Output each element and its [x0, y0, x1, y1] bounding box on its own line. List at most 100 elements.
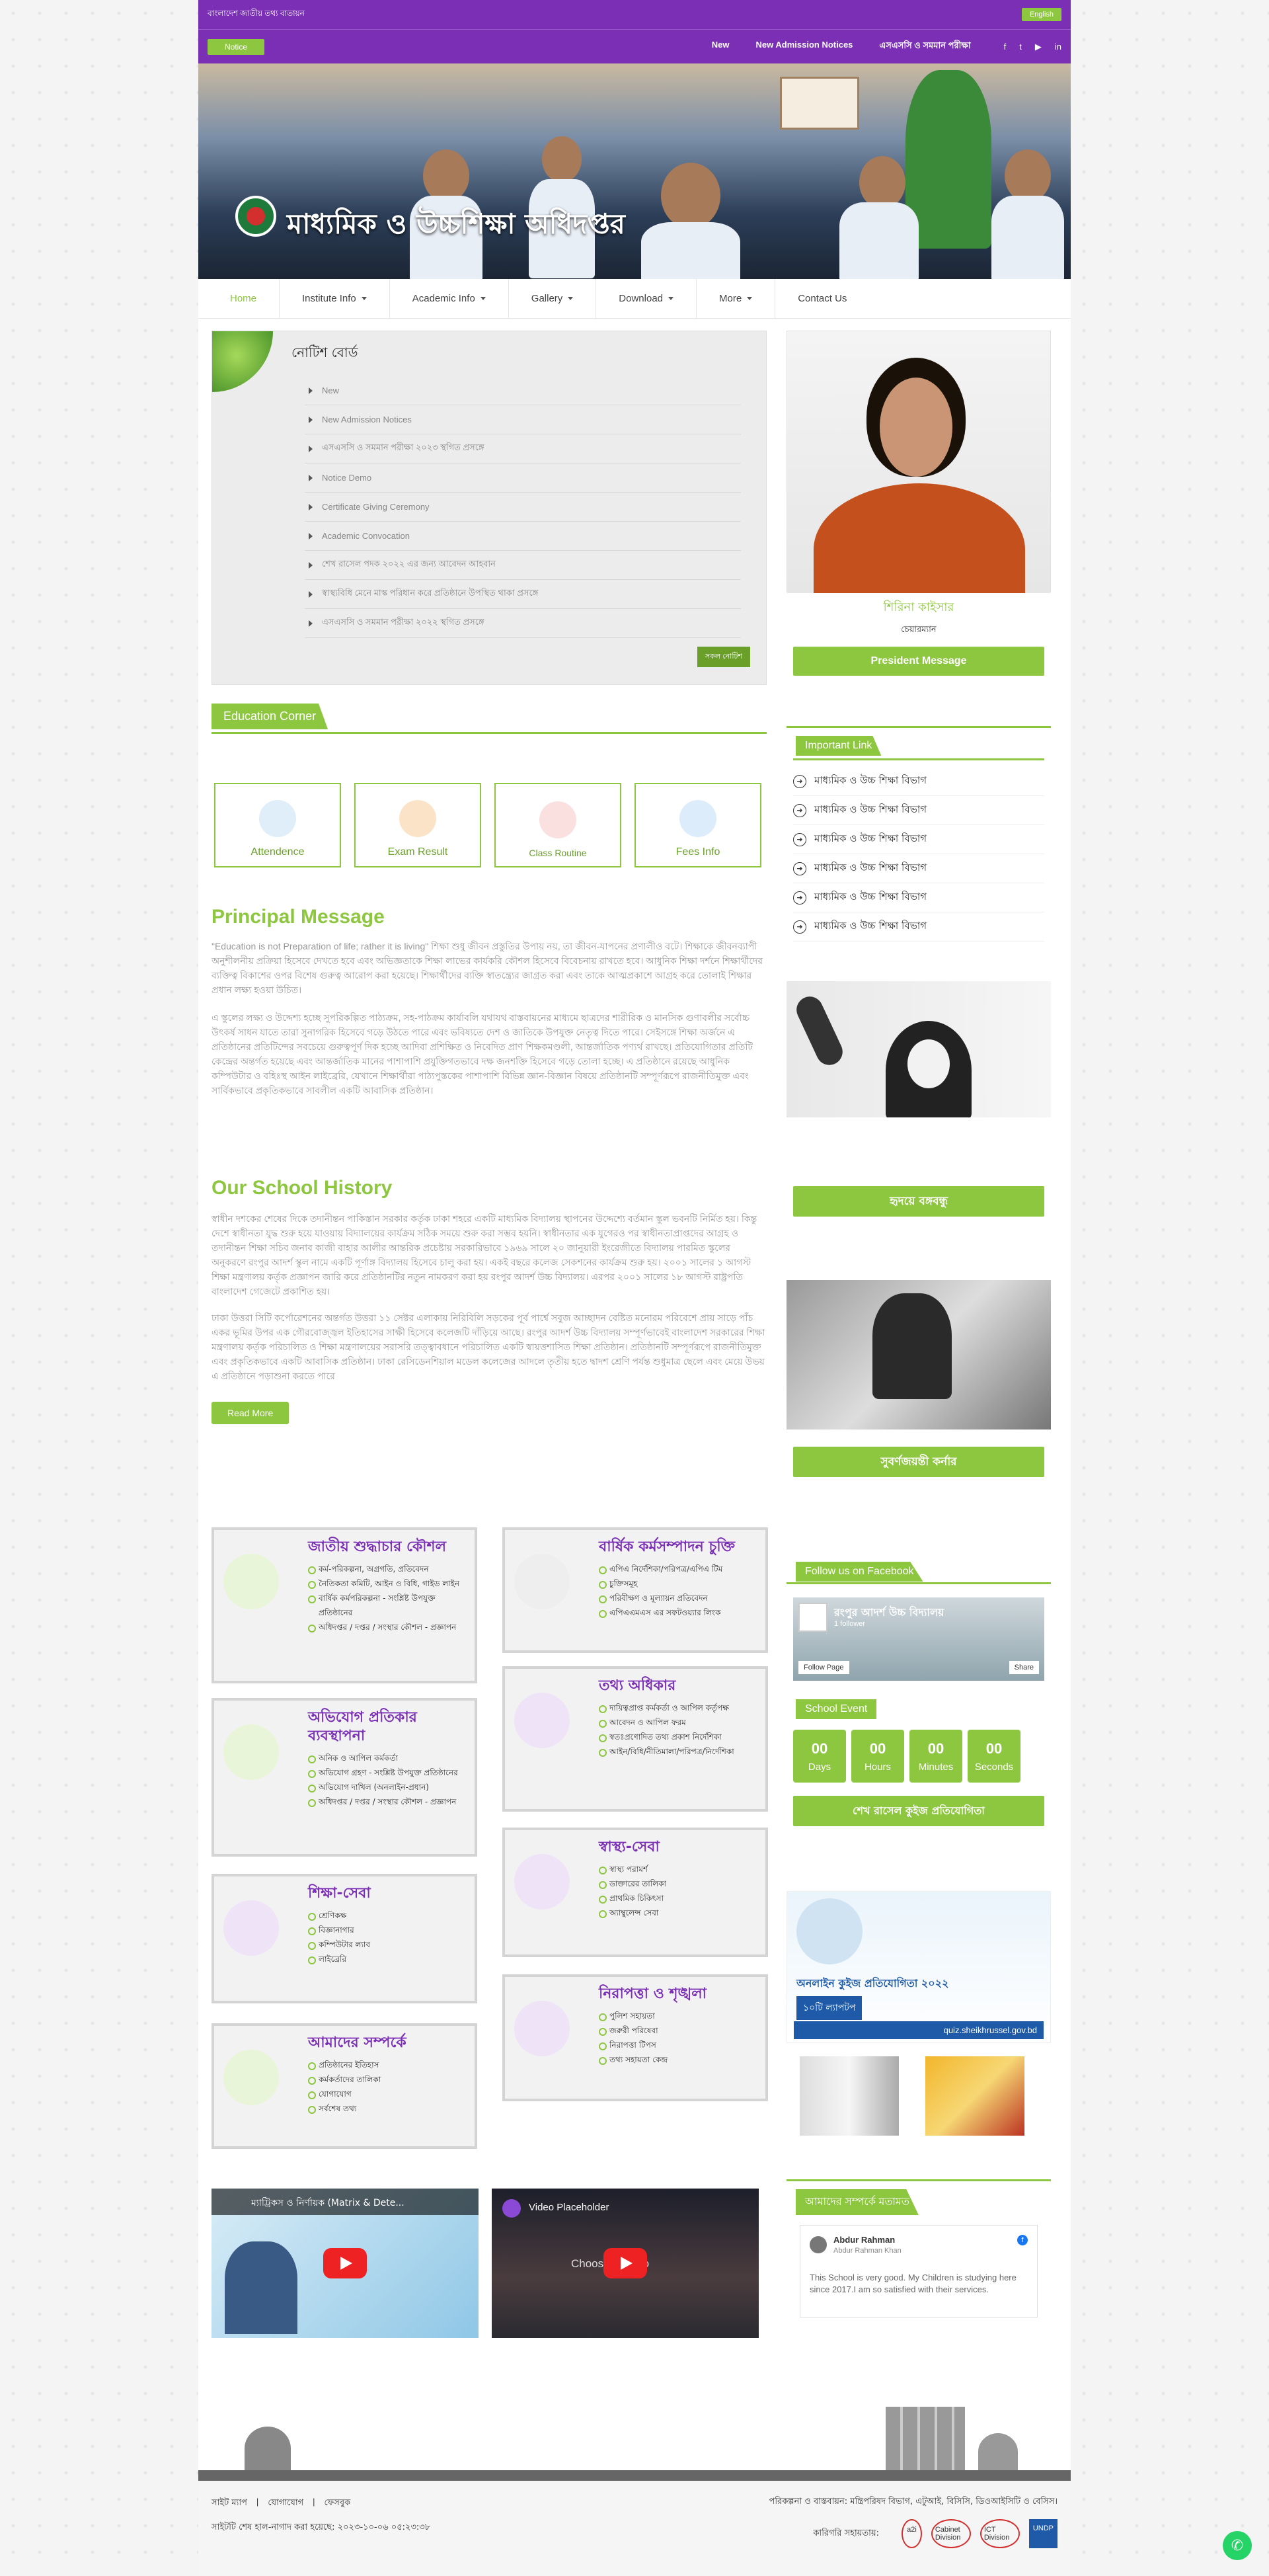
- notice-button[interactable]: Notice: [208, 38, 265, 55]
- service-link[interactable]: পরিবীক্ষণ ও মূল্যায়ন প্রতিবেদন: [599, 1591, 757, 1605]
- jubilee-corner-button[interactable]: সুবর্ণজয়ন্তী কর্নার: [793, 1447, 1044, 1477]
- footer-link[interactable]: যোগাযোগ: [268, 2497, 303, 2511]
- play-icon[interactable]: [323, 2248, 367, 2278]
- service-box[interactable]: অভিযোগ প্রতিকার ব্যবস্থাপনা অনিক ও আপিল …: [212, 1698, 477, 1857]
- service-link[interactable]: শ্রেণিকক্ষ: [308, 1908, 467, 1923]
- notice-item[interactable]: এসএসসি ও সমমান পরীক্ষা ২০২৩ স্থগিত প্রসঙ…: [305, 434, 741, 463]
- service-link[interactable]: অভিযোগ দাখিল (অনলাইন-প্রধান): [308, 1780, 467, 1794]
- facebook-icon[interactable]: f: [1004, 42, 1007, 52]
- notice-item[interactable]: Academic Convocation: [305, 522, 741, 551]
- notice-item[interactable]: স্বাস্থ্যবিধি মেনে মাস্ক পরিধান করে প্রত…: [305, 580, 741, 609]
- service-link[interactable]: স্বতঃপ্রণোদিত তথ্য প্রকাশ নির্দেশিকা: [599, 1730, 757, 1744]
- play-icon[interactable]: [603, 2248, 647, 2278]
- ict-logo[interactable]: ICT Division: [980, 2519, 1020, 2548]
- service-link[interactable]: নিরাপত্তা টিপস: [599, 2038, 757, 2052]
- important-link[interactable]: মাধ্যমিক ও উচ্চ শিক্ষা বিভাগ: [793, 825, 1044, 854]
- video-embed[interactable]: Video Placeholder Choose a video: [492, 2189, 759, 2338]
- video-embed[interactable]: ম্যাট্রিকস ও নির্ণায়ক (Matrix & Dete...: [212, 2189, 479, 2338]
- notice-item[interactable]: এসএসসি ও সমমান পরীক্ষা ২০২২ স্থগিত প্রসঙ…: [305, 609, 741, 638]
- service-box[interactable]: আমাদের সম্পর্কে প্রতিষ্ঠানের ইতিহাস কর্মক…: [212, 2023, 477, 2149]
- a2i-logo[interactable]: a2i: [902, 2519, 922, 2548]
- notice-item[interactable]: New: [305, 376, 741, 405]
- twitter-icon[interactable]: t: [1019, 42, 1022, 52]
- menu-contact[interactable]: Contact Us: [775, 279, 869, 319]
- whatsapp-icon[interactable]: ✆: [1223, 2531, 1252, 2560]
- follow-page-button[interactable]: Follow Page: [798, 1661, 849, 1674]
- service-link[interactable]: পুলিশ সহায়তা: [599, 2009, 757, 2023]
- notice-link[interactable]: এসএসসি ও সমমান পরীক্ষা: [879, 40, 970, 54]
- fees-info-card[interactable]: Fees Info: [634, 783, 761, 867]
- footer-link[interactable]: ফেসবুক: [325, 2497, 351, 2511]
- service-box[interactable]: শিক্ষা-সেবা শ্রেণিকক্ষ বিজ্ঞানাগার কম্পিউট…: [212, 1874, 477, 2003]
- linkedin-icon[interactable]: in: [1055, 42, 1061, 52]
- menu-academic-info[interactable]: Academic Info: [390, 278, 509, 319]
- read-more-button[interactable]: Read More: [212, 1402, 289, 1424]
- service-link[interactable]: স্বাস্থ্য পরামর্শ: [599, 1862, 757, 1876]
- attendance-card[interactable]: Attendence: [214, 783, 341, 867]
- important-link[interactable]: মাধ্যমিক ও উচ্চ শিক্ষা বিভাগ: [793, 854, 1044, 883]
- service-link[interactable]: কম্পিউটার ল্যাব: [308, 1937, 467, 1952]
- service-link[interactable]: সর্বশেষ তথ্য: [308, 2101, 467, 2116]
- service-link[interactable]: কর্মকর্তাদের তালিকা: [308, 2072, 467, 2087]
- footer-link[interactable]: সাইট ম্যাপ: [212, 2497, 247, 2511]
- share-button[interactable]: Share: [1009, 1661, 1039, 1674]
- bangabandhu-button[interactable]: হৃদয়ে বঙ্গবন্ধু: [793, 1186, 1044, 1217]
- quiz-banner[interactable]: অনলাইন কুইজ প্রতিযোগিতা ২০২২ ১০টি ল্যাপট…: [787, 1891, 1051, 2043]
- facebook-widget[interactable]: রংপুর আদর্শ উচ্চ বিদ্যালয় 1 follower Fo…: [793, 1597, 1044, 1681]
- service-link[interactable]: যোগাযোগ: [308, 2087, 467, 2101]
- service-link[interactable]: ডাক্তারের তালিকা: [599, 1876, 757, 1891]
- quiz-url[interactable]: quiz.sheikhrussel.gov.bd: [794, 2021, 1044, 2039]
- all-notices-button[interactable]: সকল নোটিশ: [697, 647, 750, 667]
- undp-logo[interactable]: UNDP: [1028, 2519, 1058, 2548]
- president-message-button[interactable]: President Message: [793, 647, 1044, 676]
- important-link[interactable]: মাধ্যমিক ও উচ্চ শিক্ষা বিভাগ: [793, 767, 1044, 796]
- cabinet-logo[interactable]: Cabinet Division: [931, 2519, 971, 2548]
- service-link[interactable]: বার্ষিক কর্মপরিকল্পনা - সংশ্লিষ্ট উপযুক্…: [308, 1591, 467, 1620]
- class-routine-card[interactable]: Class Routine: [494, 783, 621, 867]
- menu-more[interactable]: More: [697, 278, 776, 319]
- service-box[interactable]: বার্ষিক কর্মসম্পাদন চুক্তি এপিএ নির্দেশি…: [502, 1527, 768, 1653]
- service-link[interactable]: প্রতিষ্ঠানের ইতিহাস: [308, 2058, 467, 2072]
- service-link[interactable]: অভিযোগ গ্রহণ - সংশ্লিষ্ট উপযুক্ত প্রতিষ্…: [308, 1765, 467, 1780]
- notice-item[interactable]: শেখ রাসেল পদক ২০২২ এর জন্য আবেদন আহবান: [305, 551, 741, 580]
- important-link[interactable]: মাধ্যমিক ও উচ্চ শিক্ষা বিভাগ: [793, 912, 1044, 942]
- exam-result-card[interactable]: Exam Result: [354, 783, 481, 867]
- service-link[interactable]: আইন/বিধি/নীতিমালা/পরিপত্র/নির্দেশিকা: [599, 1744, 757, 1759]
- service-link[interactable]: চুক্তিসমূহ: [599, 1576, 757, 1591]
- important-link[interactable]: মাধ্যমিক ও উচ্চ শিক্ষা বিভাগ: [793, 883, 1044, 912]
- service-link[interactable]: অ্যাম্বুলেন্স সেবা: [599, 1906, 757, 1920]
- service-link[interactable]: এপিএএমএস এর সফটওয়্যার লিংক: [599, 1605, 757, 1620]
- carousel-book[interactable]: [925, 2056, 1024, 2136]
- notice-item[interactable]: New Admission Notices: [305, 405, 741, 434]
- service-link[interactable]: দায়িত্বপ্রাপ্ত কর্মকর্তা ও আপিল কর্তৃপক…: [599, 1701, 757, 1715]
- service-box[interactable]: জাতীয় শুদ্ধাচার কৌশল কর্ম-পরিকল্পনা, অগ…: [212, 1527, 477, 1683]
- service-link[interactable]: অধিদপ্তর / দপ্তর / সংস্থার কৌশল - প্রজ্ঞ…: [308, 1620, 467, 1634]
- quiz-button[interactable]: শেখ রাসেল কুইজ প্রতিযোগিতা: [793, 1796, 1044, 1826]
- service-box[interactable]: স্বাস্থ্য-সেবা স্বাস্থ্য পরামর্শ ডাক্তারে…: [502, 1828, 768, 1957]
- carousel-book[interactable]: [800, 2056, 899, 2136]
- important-link[interactable]: মাধ্যমিক ও উচ্চ শিক্ষা বিভাগ: [793, 796, 1044, 825]
- service-link[interactable]: প্রাথমিক চিকিৎসা: [599, 1891, 757, 1906]
- language-button[interactable]: English: [1021, 8, 1061, 21]
- menu-institute-info[interactable]: Institute Info: [280, 278, 390, 319]
- notice-link[interactable]: New Admission Notices: [756, 40, 853, 54]
- service-link[interactable]: জরুরী পরিষেবা: [599, 2023, 757, 2038]
- national-portal-link[interactable]: বাংলাদেশ জাতীয় তথ্য বাতায়ন: [208, 8, 305, 21]
- service-link[interactable]: আবেদন ও আপিল ফরম: [599, 1715, 757, 1730]
- menu-home[interactable]: Home: [208, 278, 280, 319]
- service-link[interactable]: নৈতিকতা কমিটি, আইন ও বিধি, গাইড লাইন: [308, 1576, 467, 1591]
- service-link[interactable]: কর্ম-পরিকল্পনা, অগ্রগতি, প্রতিবেদন: [308, 1562, 467, 1576]
- service-link[interactable]: অধিদপ্তর / দপ্তর / সংস্থার কৌশল - প্রজ্ঞ…: [308, 1794, 467, 1809]
- service-link[interactable]: তথ্য সহায়তা কেন্দ্র: [599, 2052, 757, 2067]
- menu-gallery[interactable]: Gallery: [509, 278, 597, 319]
- service-link[interactable]: এপিএ নির্দেশিকা/পরিপত্র/এপিএ টিম: [599, 1562, 757, 1576]
- service-link[interactable]: লাইব্রেরি: [308, 1952, 467, 1966]
- notice-item[interactable]: Certificate Giving Ceremony: [305, 493, 741, 522]
- menu-download[interactable]: Download: [596, 278, 697, 319]
- notice-item[interactable]: Notice Demo: [305, 463, 741, 493]
- notice-link[interactable]: New: [712, 40, 730, 54]
- service-link[interactable]: অনিক ও আপিল কর্মকর্তা: [308, 1751, 467, 1765]
- service-box[interactable]: তথ্য অধিকার দায়িত্বপ্রাপ্ত কর্মকর্তা ও …: [502, 1666, 768, 1812]
- service-link[interactable]: বিজ্ঞানাগার: [308, 1923, 467, 1937]
- service-box[interactable]: নিরাপত্তা ও শৃঙ্খলা পুলিশ সহায়তা জরুরী প…: [502, 1974, 768, 2101]
